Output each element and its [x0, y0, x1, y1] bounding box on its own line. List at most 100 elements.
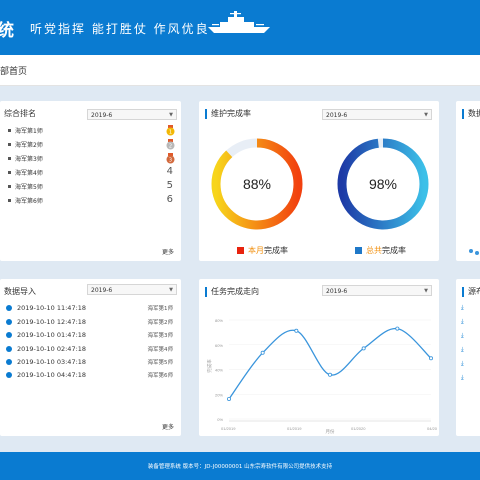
chart-dot [469, 249, 473, 253]
import-row[interactable]: 2019-10-10 04:47:18 [6, 368, 86, 381]
data-point [260, 350, 265, 355]
maintenance-select-value: 2019-6 [326, 112, 348, 119]
download-row[interactable]: ⤓ [461, 301, 464, 314]
bullet-icon [8, 128, 11, 132]
month-legend: 本月 完成率 [237, 245, 288, 256]
rank-card: 综合排名 2019-6 ▼ 海军第1师 1 海军第2师 2 海军第3师 3 海军… [0, 101, 181, 261]
maintenance-card-title: 维护完成率 [205, 109, 251, 119]
rank-row[interactable]: 海军第6师 [8, 194, 43, 206]
rank-unit-name: 海军第2师 [15, 141, 43, 149]
x-axis-label: 月份 [326, 428, 335, 435]
download-row[interactable]: ⤓ [461, 329, 464, 342]
download-row[interactable]: ⤓ [461, 371, 464, 384]
rank-period-select[interactable]: 2019-6 ▼ [87, 109, 177, 120]
import-unit: 海军第3师 [147, 333, 174, 339]
y-tick-label: 40% [215, 368, 223, 373]
import-row[interactable]: 2019-10-10 11:47:18 [6, 301, 86, 314]
download-icon: ⤓ [461, 345, 464, 353]
import-card: 数据导入 2019-6 ▼ 2019-10-10 11:47:18 海军第1师 … [0, 279, 181, 436]
rank-row[interactable]: 海军第1师 [8, 124, 43, 136]
rank-number: 4 [166, 166, 173, 177]
total-legend-prefix: 总共 [366, 246, 382, 255]
rank-unit-name: 海军第1师 [15, 127, 43, 135]
import-time: 2019-10-10 12:47:18 [17, 317, 87, 326]
rank-unit-name: 海军第6师 [15, 197, 43, 205]
top-header: 统 听党指挥 能打胜仗 作风优良 [0, 0, 480, 55]
record-icon [6, 371, 12, 378]
import-unit: 海军第6师 [147, 373, 174, 379]
bronze-medal-number: 3 [169, 158, 172, 164]
trend-card-title: 任务完成走向 [205, 287, 259, 297]
import-select-value: 2019-6 [91, 287, 113, 294]
record-icon [6, 304, 12, 311]
rank-row[interactable]: 海军第4师 [8, 166, 43, 178]
download-row[interactable]: ⤓ [461, 315, 464, 328]
y-tick-label: 60% [215, 343, 223, 348]
resource-card-right-bottom: 源布 ⤓ ⤓ ⤓ ⤓ ⤓ ⤓ [456, 279, 480, 436]
import-time: 2019-10-10 04:47:18 [17, 370, 87, 379]
x-tick-label: 01/2019 [221, 426, 236, 431]
x-tick-label: 04/20 [427, 426, 438, 431]
record-icon [6, 345, 12, 352]
silver-medal-icon: 2 [166, 139, 175, 150]
import-period-select[interactable]: 2019-6 ▼ [87, 284, 177, 295]
data-point [395, 326, 400, 331]
rank-number: 6 [166, 194, 173, 205]
download-row[interactable]: ⤓ [461, 357, 464, 370]
gold-medal-icon: 1 [166, 125, 175, 136]
footer-text: 装备管理系统 版本号：JD-J00000001 山东宗寿软件有限公司提供技术支持 [147, 464, 333, 470]
data-point [327, 372, 332, 377]
import-time: 2019-10-10 02:47:18 [17, 344, 87, 353]
chart-dot [475, 251, 479, 255]
bronze-medal-icon: 3 [166, 153, 175, 164]
rank-row[interactable]: 海军第3师 [8, 152, 43, 164]
month-legend-swatch [237, 247, 244, 254]
record-icon [6, 358, 12, 365]
month-gauge-percent: 88% [243, 176, 271, 192]
month-legend-prefix: 本月 [248, 246, 264, 255]
import-unit: 海军第5师 [147, 360, 174, 366]
rank-unit-name: 海军第3师 [15, 155, 43, 163]
chevron-down-icon: ▼ [424, 112, 428, 118]
bullet-icon [8, 142, 11, 146]
chevron-down-icon: ▼ [424, 288, 428, 294]
rank-more-link[interactable]: 更多 [162, 247, 174, 256]
rank-unit-name: 海军第4师 [15, 169, 43, 177]
y-tick-label: 20% [215, 392, 223, 397]
bullet-icon [8, 184, 11, 188]
total-legend-swatch [355, 247, 362, 254]
breadcrumb: 部首页 [0, 55, 480, 86]
import-row[interactable]: 2019-10-10 12:47:18 [6, 315, 86, 328]
trend-select-value: 2019-6 [326, 288, 348, 295]
breadcrumb-home[interactable]: 部首页 [0, 64, 27, 77]
trend-card: 任务完成走向 2019-6 ▼ 0% 20% 40% 60% 80% 01/2019 01/… [199, 279, 439, 436]
slogan: 听党指挥 能打胜仗 作风优良 [30, 22, 210, 36]
import-row[interactable]: 2019-10-10 03:47:18 [6, 355, 86, 368]
import-unit: 海军第2师 [147, 320, 174, 326]
rank-unit-name: 海军第5师 [15, 183, 43, 191]
rank-card-title: 综合排名 [0, 109, 36, 119]
rank-row[interactable]: 海军第2师 [8, 138, 43, 150]
import-more-link[interactable]: 更多 [162, 422, 174, 431]
y-tick-label: 80% [215, 318, 223, 323]
maintenance-period-select[interactable]: 2019-6 ▼ [322, 109, 432, 120]
y-axis-label: 完成率 [206, 359, 213, 373]
import-row[interactable]: 2019-10-10 01:47:18 [6, 328, 86, 341]
y-tick-label: 0% [217, 417, 223, 422]
trend-period-select[interactable]: 2019-6 ▼ [322, 285, 432, 296]
chevron-down-icon: ▼ [169, 112, 173, 118]
x-tick-label: 01/2019 [287, 426, 302, 431]
download-icon: ⤓ [461, 331, 464, 339]
rank-row[interactable]: 海军第5师 [8, 180, 43, 192]
download-row[interactable]: ⤓ [461, 343, 464, 356]
bullet-icon [8, 170, 11, 174]
maintenance-card: 维护完成率 2019-6 ▼ 88% 98% 本月 完成率 总共完成率 [199, 101, 439, 261]
task-trend-chart: 0% 20% 40% 60% 80% 01/2019 01/2019 01/2020 04/20… [206, 318, 438, 435]
import-unit: 海军第4师 [147, 347, 174, 353]
data-point [226, 397, 231, 402]
import-card-title: 数据导入 [0, 287, 36, 297]
month-completion-gauge: 88% [211, 138, 303, 230]
data-point [428, 356, 433, 361]
import-row[interactable]: 2019-10-10 02:47:18 [6, 342, 86, 355]
bullet-icon [8, 156, 11, 160]
